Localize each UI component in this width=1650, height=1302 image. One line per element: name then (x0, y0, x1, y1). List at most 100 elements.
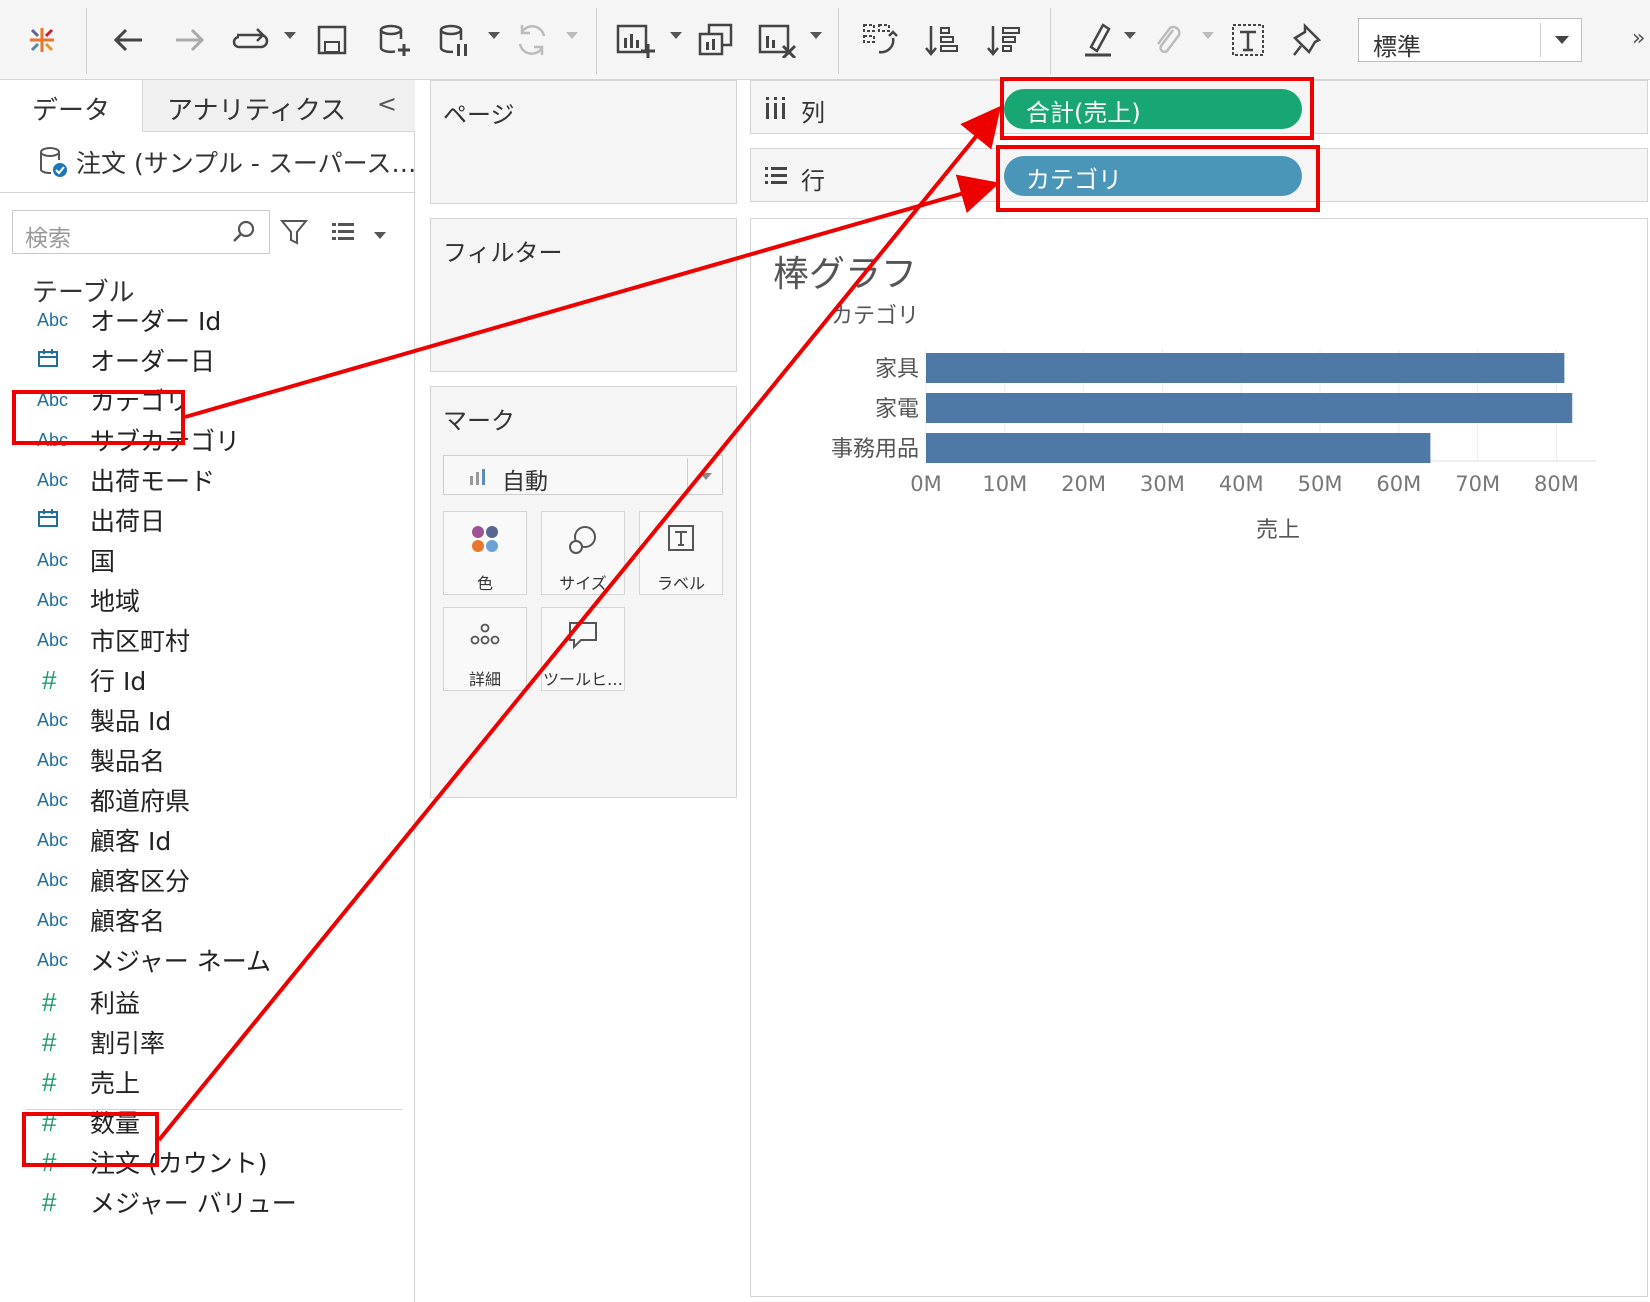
bar-chart-icon (470, 469, 485, 485)
sort-descending-icon[interactable] (982, 18, 1026, 62)
worksheet-view: 棒グラフ カテゴリ 家具 家電 事務用品 0M 10M 20M 30M 40M 50M 60M 7… (750, 218, 1648, 1297)
label-button[interactable]: ラベル (639, 511, 723, 595)
datasource-icon (40, 147, 67, 177)
search-icon (233, 220, 255, 242)
fit-dropdown[interactable]: 標準 (1358, 18, 1582, 62)
field-name: 地域 (90, 587, 141, 616)
pause-autoupdate-icon[interactable] (432, 18, 476, 62)
field-item[interactable]: Abc 顧客区分 (0, 860, 415, 900)
tab-analytics[interactable]: アナリティクス (142, 80, 415, 132)
rows-icon (765, 167, 787, 184)
datasource-name: 注文 (サンプル - スーパース… (76, 149, 417, 178)
field-item[interactable]: Abc 製品名 (0, 740, 415, 780)
mark-type-label: 自動 (502, 469, 548, 495)
filter-icon[interactable] (280, 218, 308, 246)
group-icon[interactable] (1146, 18, 1190, 62)
undo-icon[interactable] (106, 18, 150, 62)
detail-icon (470, 623, 500, 645)
tooltip-button[interactable]: ツールヒ… (541, 607, 625, 691)
bar[interactable] (926, 393, 1573, 423)
tooltip-label: ツールヒ… (542, 670, 623, 689)
detail-button[interactable]: 詳細 (443, 607, 527, 691)
field-name: 顧客 Id (90, 827, 172, 856)
mark-type-dropdown[interactable]: 自動 (443, 455, 723, 495)
bar[interactable] (926, 433, 1431, 463)
replay-icon[interactable] (228, 18, 274, 62)
size-button[interactable]: サイズ (541, 511, 625, 595)
number-type-icon: # (42, 1066, 57, 1097)
list-view-icon[interactable] (330, 220, 358, 244)
highlight-columns-pill (1000, 77, 1314, 140)
field-item[interactable]: # 売上 (0, 1062, 415, 1102)
field-item[interactable]: Abc メジャー ネーム (0, 940, 415, 980)
field-item[interactable]: # 行 Id (0, 660, 415, 700)
field-item[interactable]: Abc 市区町村 (0, 620, 415, 660)
row-header: カテゴリ (831, 304, 919, 329)
string-type-icon: Abc (37, 589, 69, 610)
field-name: 製品名 (90, 747, 166, 776)
string-type-icon: Abc (37, 469, 69, 490)
field-item[interactable]: Abc 国 (0, 540, 415, 580)
tab-data[interactable]: データ (0, 80, 142, 132)
string-type-icon: Abc (37, 949, 69, 970)
new-worksheet-icon[interactable] (612, 18, 658, 62)
redo-icon[interactable] (168, 18, 212, 62)
string-type-icon: Abc (37, 709, 69, 730)
field-item[interactable]: Abc 顧客 Id (0, 820, 415, 860)
filters-card[interactable]: フィルター (430, 218, 737, 372)
x-tick-label: 60M (1376, 472, 1421, 496)
field-item[interactable]: Abc 都道府県 (0, 780, 415, 820)
field-name: 顧客区分 (90, 867, 191, 896)
field-item[interactable]: オーダー日 (0, 340, 415, 380)
x-tick-label: 70M (1455, 472, 1500, 496)
number-type-icon: # (42, 1026, 57, 1057)
color-button[interactable]: 色 (443, 511, 527, 595)
field-item[interactable]: # 割引率 (0, 1022, 415, 1062)
field-name: 利益 (90, 989, 141, 1018)
field-item[interactable]: Abc 顧客名 (0, 900, 415, 940)
sort-ascending-icon[interactable] (920, 18, 964, 62)
fit-value: 標準 (1373, 33, 1421, 61)
fix-axes-icon[interactable] (1286, 18, 1330, 62)
show-labels-icon[interactable] (1226, 18, 1270, 62)
highlight-icon[interactable] (1076, 18, 1120, 62)
duplicate-sheet-icon[interactable] (694, 18, 738, 62)
number-type-icon: # (42, 664, 57, 695)
category-label: 家電 (875, 397, 919, 422)
x-tick-label: 0M (910, 472, 941, 496)
toolbar: 標準 » (0, 0, 1650, 80)
field-search-input[interactable]: 検索 (12, 210, 270, 254)
field-item[interactable]: Abc 地域 (0, 580, 415, 620)
refresh-icon[interactable] (510, 18, 554, 62)
field-name: 製品 Id (90, 707, 172, 736)
field-item[interactable]: Abc オーダー Id (0, 300, 415, 340)
datasource-item[interactable]: 注文 (サンプル - スーパース… (38, 144, 416, 180)
field-name: 割引率 (90, 1029, 166, 1058)
field-name: 国 (90, 547, 116, 576)
field-item[interactable]: Abc 製品 Id (0, 700, 415, 740)
filters-title: フィルター (443, 239, 563, 267)
field-item[interactable]: 出荷日 (0, 500, 415, 540)
new-datasource-icon[interactable] (372, 18, 416, 62)
highlight-field-category (12, 390, 185, 445)
tableau-logo-icon[interactable] (20, 18, 64, 62)
view-options-chevron-icon[interactable] (374, 232, 386, 239)
calendar-icon (0, 348, 90, 373)
field-item[interactable]: # メジャー バリュー (0, 1182, 415, 1222)
field-name: 出荷日 (90, 507, 166, 536)
marks-card: マーク 自動 色 サイズ ラベル 詳細 ツールヒ… (430, 386, 737, 798)
save-icon[interactable] (310, 18, 354, 62)
field-name: メジャー ネーム (90, 947, 271, 976)
x-tick-label: 50M (1298, 472, 1343, 496)
pages-card[interactable]: ページ (430, 80, 737, 204)
string-type-icon: Abc (37, 789, 69, 810)
bar[interactable] (926, 353, 1565, 383)
swap-rows-columns-icon[interactable] (858, 18, 902, 62)
string-type-icon: Abc (37, 749, 69, 770)
more-tools-icon[interactable]: » (1632, 26, 1645, 51)
clear-sheet-icon[interactable] (754, 18, 800, 62)
collapse-pane-icon[interactable]: < (377, 90, 397, 118)
field-item[interactable]: # 利益 (0, 982, 415, 1022)
field-item[interactable]: Abc 出荷モード (0, 460, 415, 500)
label-icon (668, 525, 694, 551)
